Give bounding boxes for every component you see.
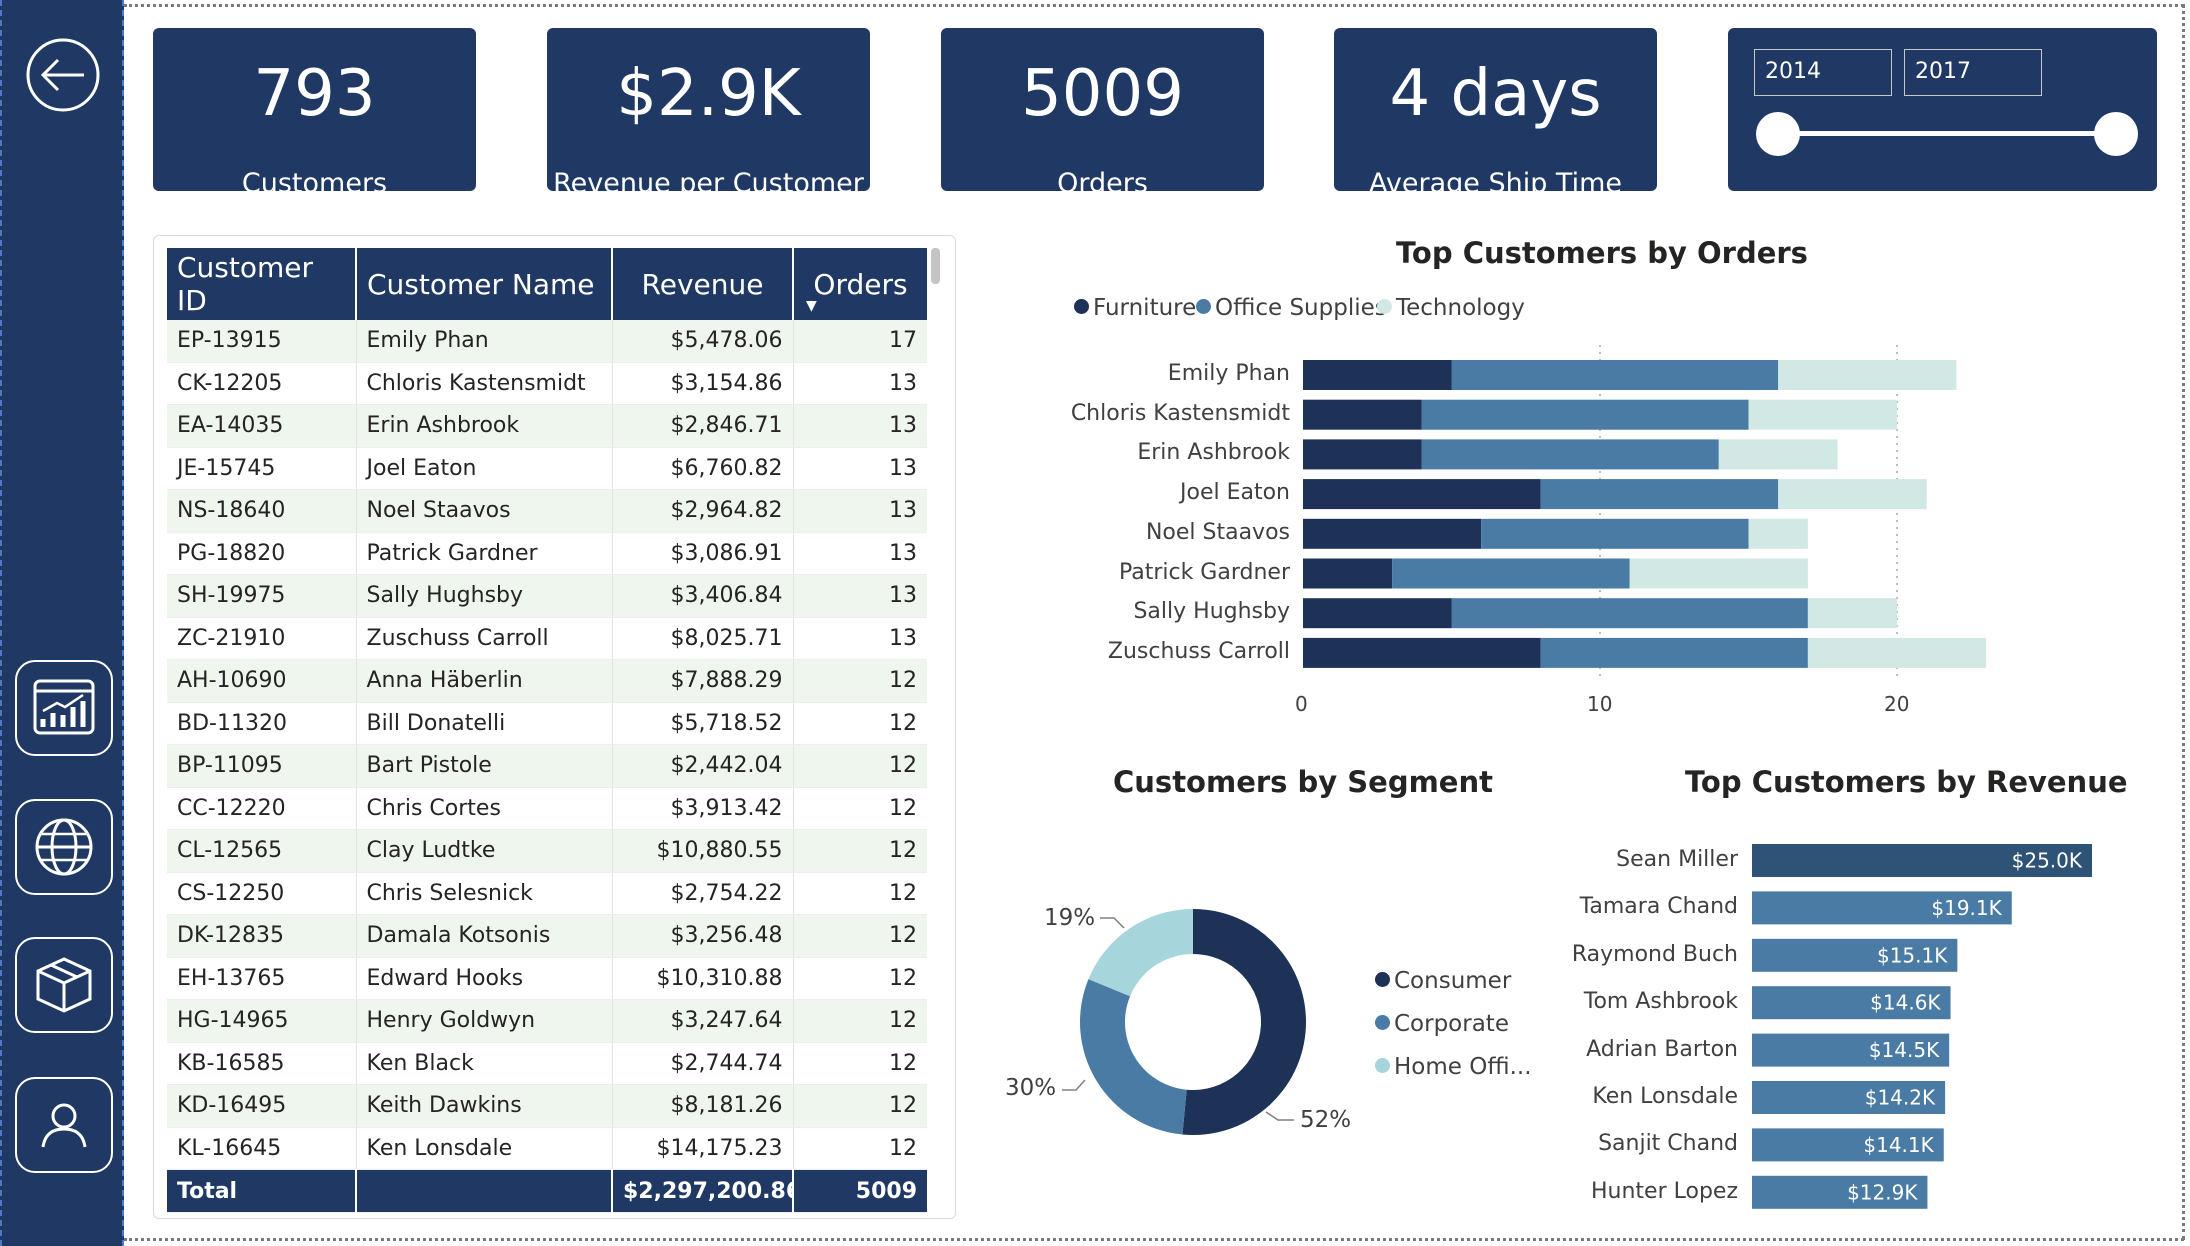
report-canvas: 793 Customers $2.9K Revenue per Customer… [0, 0, 2190, 1246]
revenue-data-label: $15.1K [1877, 943, 1948, 967]
revenue-data-label: $25.0K [2012, 849, 2083, 873]
revenue-bar-chart: $25.0K $19.1K $15.1K $14.6K $14.5K $14.2K $14.… [1752, 844, 2092, 1209]
revenue-data-label: $14.1K [1863, 1133, 1934, 1157]
revenue-data-label: $14.6K [1870, 991, 1941, 1015]
revenue-data-label: $14.2K [1865, 1086, 1936, 1110]
revenue-data-label: $12.9K [1847, 1180, 1918, 1204]
revenue-data-label: $19.1K [1931, 896, 2002, 920]
revenue-data-label: $14.5K [1869, 1038, 1940, 1062]
